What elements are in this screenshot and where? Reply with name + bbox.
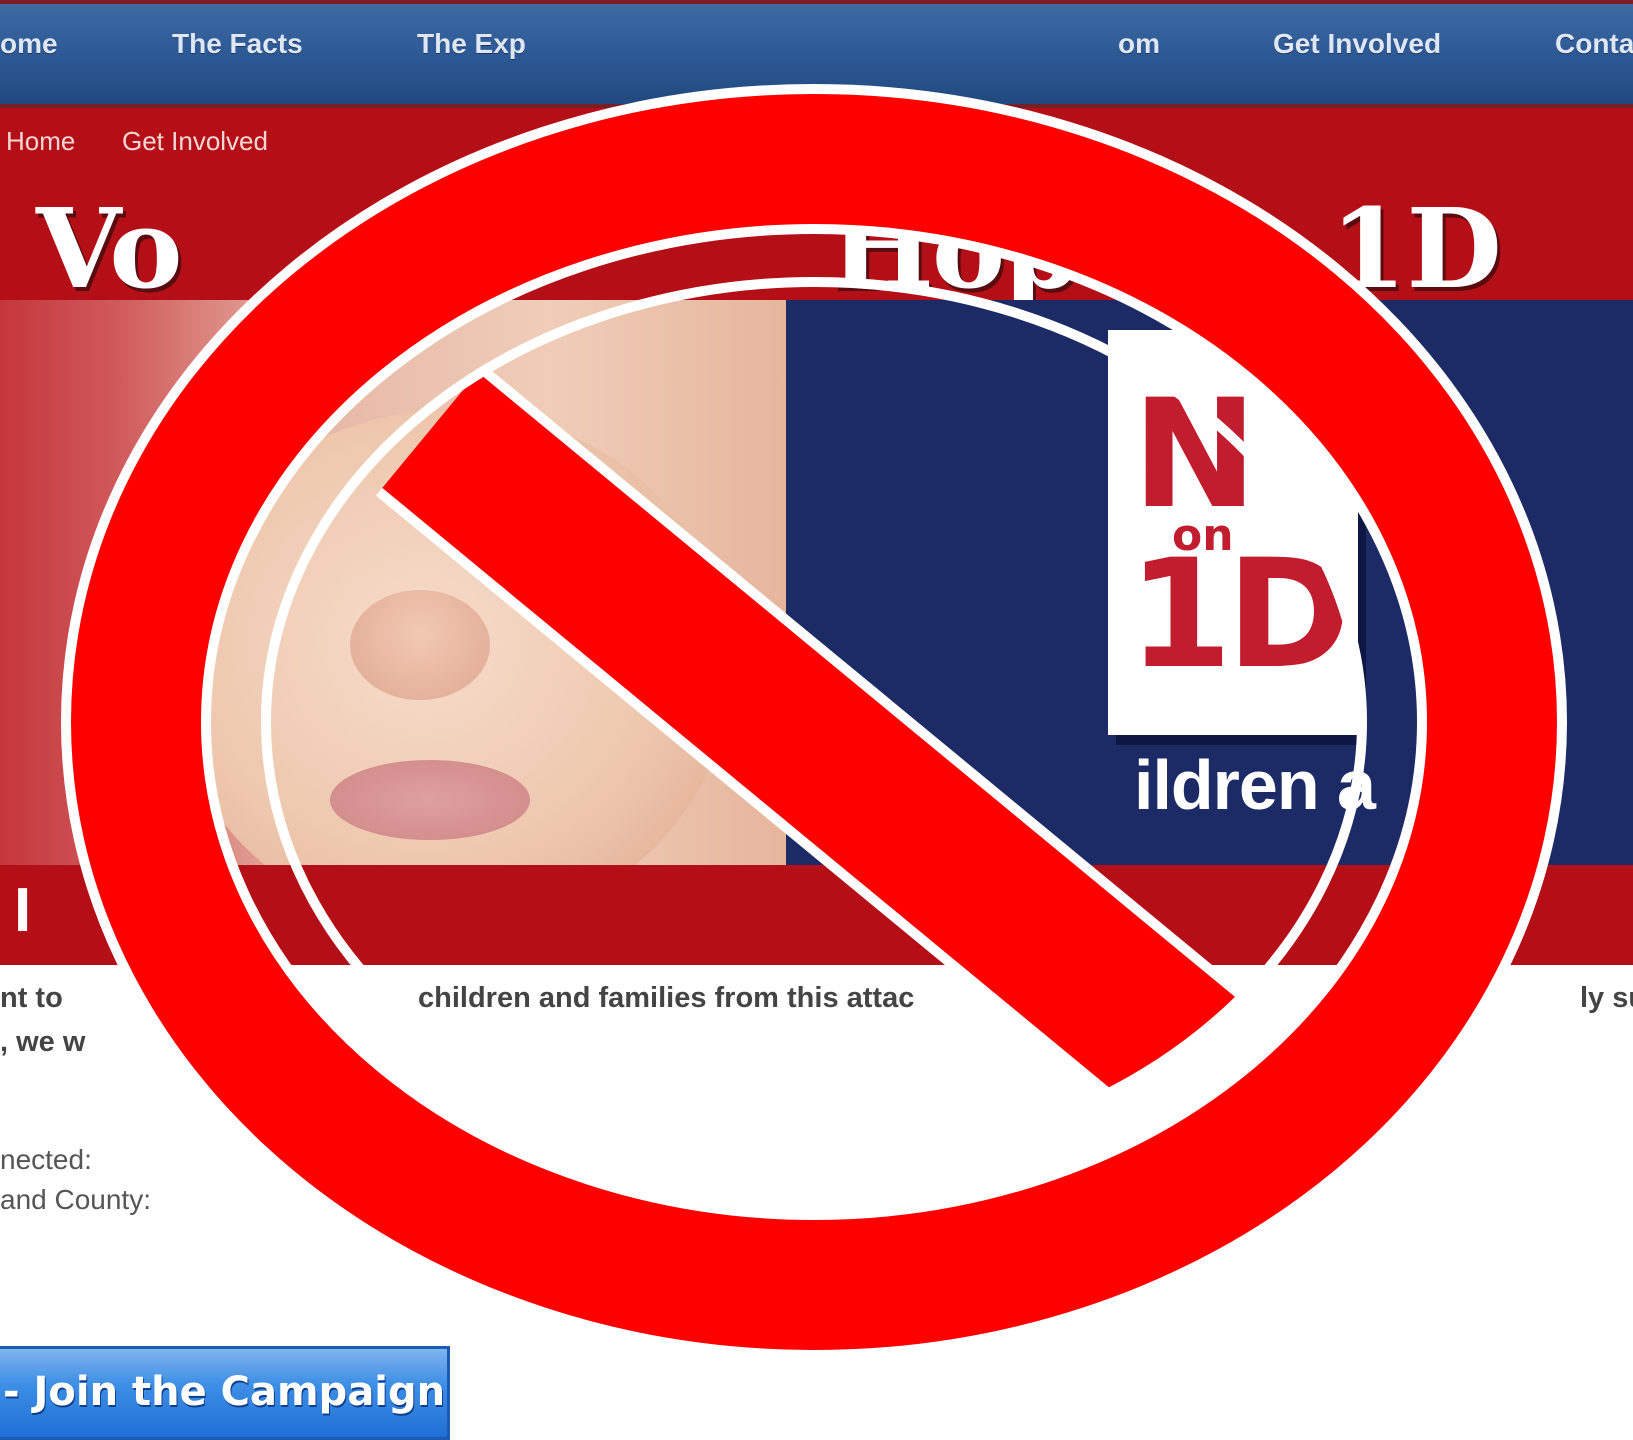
body-text-line2: , we w (0, 1026, 86, 1058)
section-heading-bar: I (0, 865, 1633, 965)
logo-1d: 1D (1128, 528, 1351, 702)
page-banner: Vo Hop 1D (0, 180, 1633, 313)
hero-campaign-panel: N on 1D ildren a (786, 300, 1633, 865)
join-campaign-button[interactable]: - Join the Campaign (0, 1346, 450, 1440)
nav-item-the-experts[interactable]: The Exp (417, 28, 526, 60)
top-nav: ome The Facts The Exp om Get Involved Co… (0, 0, 1633, 108)
breadcrumb-home[interactable]: Home (6, 126, 75, 157)
section-heading: I (14, 876, 32, 945)
sub-nav: Home Get Involved (0, 108, 1633, 180)
nav-item-home[interactable]: ome (0, 28, 58, 60)
banner-title-mid: Hop (830, 184, 1080, 313)
body-text-line1-end: ly su (1580, 982, 1633, 1014)
logo-letter-n: N (1132, 368, 1258, 542)
baby-lips (330, 760, 530, 840)
hero-tagline: ildren a (1134, 746, 1376, 824)
banner-title-left: Vo (36, 184, 183, 313)
nav-item-the-facts[interactable]: The Facts (172, 28, 303, 60)
banner-title-right: 1D (1330, 184, 1502, 313)
nav-item-get-involved[interactable]: Get Involved (1273, 28, 1441, 60)
body-text-line1-start: nt to (0, 982, 63, 1014)
body-text-line1-mid: children and families from this attac (418, 982, 915, 1014)
baby-nose (350, 590, 490, 700)
nav-item-contact[interactable]: Conta (1555, 28, 1633, 60)
form-label-connected: nected: (0, 1144, 92, 1175)
breadcrumb-get-involved[interactable]: Get Involved (122, 126, 268, 157)
hero-baby-photo (0, 300, 786, 865)
campaign-logo: N on 1D (1108, 330, 1358, 735)
nav-item-partial[interactable]: om (1118, 28, 1160, 60)
form-label-county: and County: (0, 1184, 151, 1215)
